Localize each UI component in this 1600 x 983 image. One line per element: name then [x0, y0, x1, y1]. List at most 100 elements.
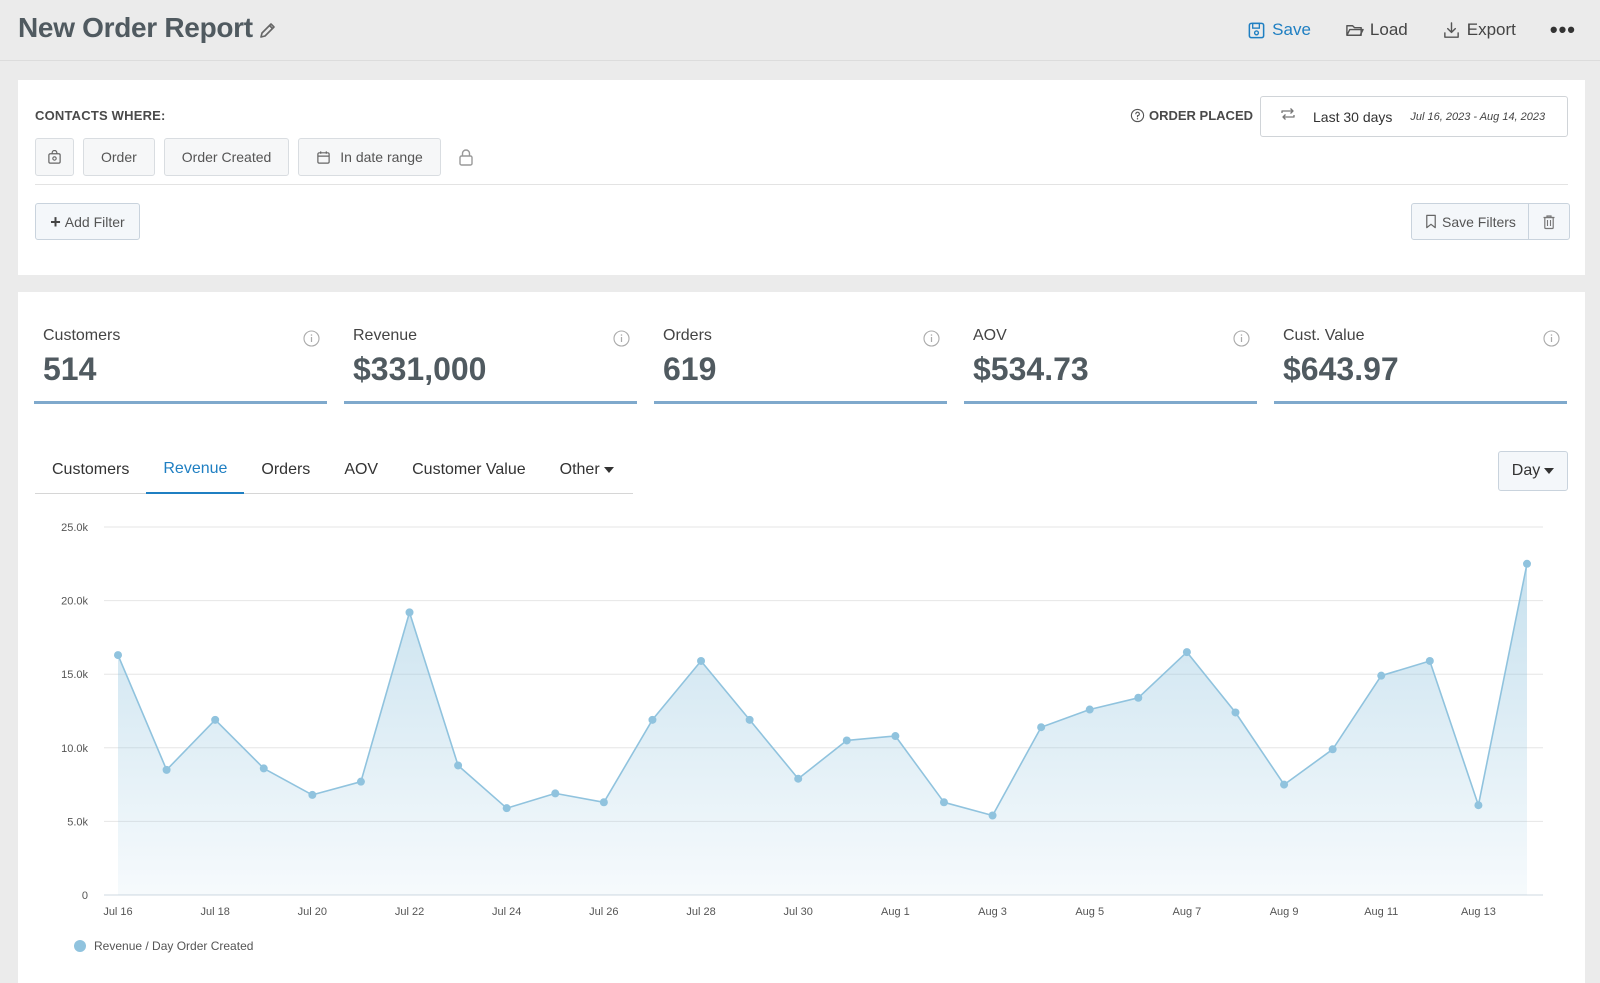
data-point — [211, 715, 220, 724]
export-download-icon — [1443, 21, 1459, 38]
kpi-orders[interactable]: Orders 619 — [654, 322, 947, 404]
kpi-customers[interactable]: Customers 514 — [34, 322, 327, 404]
bookmark-icon — [1426, 214, 1436, 229]
repeat-icon — [1279, 106, 1297, 127]
x-tick-label: Aug 13 — [1461, 906, 1496, 918]
more-options-button[interactable]: ••• — [1550, 14, 1576, 46]
load-button-label: Load — [1369, 20, 1408, 39]
kpi-revenue[interactable]: Revenue $331,000 — [344, 322, 637, 404]
info-icon[interactable] — [303, 330, 320, 347]
info-icon[interactable] — [1233, 330, 1250, 347]
filter-type-button[interactable] — [35, 138, 74, 176]
tab-aov[interactable]: AOV — [327, 445, 395, 494]
revenue-area-chart: 0 5.0k 10.0k 15.0k 20.0k 25.0k Jul 16 Jul 18 Jul… — [61, 522, 1543, 953]
x-tick-label: Aug 3 — [978, 906, 1007, 918]
tab-label: Orders — [261, 460, 311, 478]
delete-filters-button[interactable] — [1529, 204, 1569, 239]
x-tick-label: Aug 7 — [1173, 906, 1202, 918]
interval-dropdown[interactable]: Day — [1498, 451, 1568, 491]
filter-chip-row: Order Order Created In date range — [35, 138, 476, 176]
kpi-label: Orders — [663, 327, 712, 344]
x-tick-label: Jul 26 — [589, 906, 618, 918]
data-point — [1280, 780, 1289, 789]
data-point — [988, 811, 997, 820]
kpi-label: Cust. Value — [1283, 327, 1365, 344]
data-point — [599, 798, 608, 807]
data-point — [648, 715, 657, 724]
kpi-aov[interactable]: AOV $534.73 — [964, 322, 1257, 404]
data-point — [356, 777, 365, 786]
date-range-picker[interactable]: Last 30 days Jul 16, 2023 - Aug 14, 2023 — [1260, 96, 1568, 137]
report-panel: Customers 514 Revenue $331,000 Orders 61… — [18, 292, 1585, 983]
x-tick-label: Jul 28 — [686, 906, 715, 918]
data-point — [1523, 559, 1531, 568]
filter-chip-label: Order Created — [181, 149, 272, 165]
contacts-where-label: CONTACTS WHERE: — [35, 108, 166, 123]
data-point — [1037, 723, 1046, 732]
kpi-value: $534.73 — [973, 351, 1089, 387]
caret-down-icon — [603, 466, 614, 473]
x-tick-label: Jul 24 — [492, 906, 521, 918]
save-button[interactable]: Save — [1247, 14, 1311, 46]
filter-chip-label: In date range — [340, 149, 423, 165]
trash-icon — [1543, 214, 1555, 229]
data-point — [1377, 671, 1386, 680]
data-point — [1474, 801, 1483, 810]
x-tick-label: Jul 18 — [200, 906, 229, 918]
tab-label: Revenue — [163, 459, 228, 477]
x-tick-label: Jul 16 — [103, 906, 132, 918]
interval-label: Day — [1511, 462, 1541, 479]
kpi-label: AOV — [973, 327, 1007, 344]
tab-revenue[interactable]: Revenue — [146, 445, 245, 494]
export-button[interactable]: Export — [1442, 14, 1516, 46]
kpi-value: 514 — [43, 351, 97, 387]
filter-panel: CONTACTS WHERE: Order Order Created In d… — [18, 80, 1585, 275]
info-icon[interactable] — [1543, 330, 1560, 347]
save-filters-button[interactable]: Save Filters — [1412, 204, 1529, 239]
y-tick-label: 5.0k — [67, 816, 88, 828]
date-preset-label: Last 30 days — [1313, 108, 1393, 125]
filter-divider — [35, 184, 1568, 185]
x-tick-label: Aug 11 — [1364, 906, 1398, 918]
tab-other-dropdown[interactable]: Other — [543, 445, 631, 494]
x-tick-label: Jul 30 — [784, 906, 813, 918]
series-area — [118, 563, 1527, 895]
data-point — [842, 736, 851, 745]
x-tick-label: Aug 1 — [881, 906, 910, 918]
plus-icon: + — [50, 211, 61, 232]
x-tick-label: Jul 20 — [298, 906, 327, 918]
order-placed-text: ORDER PLACED — [1149, 108, 1254, 123]
data-point — [939, 798, 948, 807]
info-icon[interactable] — [923, 330, 940, 347]
kpi-value: $331,000 — [353, 351, 487, 387]
legend-swatch — [74, 940, 86, 952]
filter-chip-order[interactable]: Order — [83, 138, 155, 176]
save-filters-label: Save Filters — [1442, 213, 1516, 230]
info-icon[interactable] — [613, 330, 630, 347]
x-tick-label: Jul 22 — [395, 906, 424, 918]
floppy-disk-icon — [1248, 22, 1265, 38]
tab-customers[interactable]: Customers — [35, 445, 146, 494]
save-button-label: Save — [1272, 20, 1311, 39]
add-filter-button[interactable]: + Add Filter — [35, 203, 140, 240]
filter-chip-date-range[interactable]: In date range — [298, 138, 441, 176]
lock-icon[interactable] — [456, 147, 476, 167]
data-point — [259, 764, 268, 773]
data-point — [1134, 693, 1143, 702]
kpi-customer-value[interactable]: Cust. Value $643.97 — [1274, 322, 1567, 404]
data-point — [1231, 708, 1240, 717]
save-filters-group: Save Filters — [1411, 203, 1570, 240]
data-point — [794, 774, 803, 783]
tab-customer-value[interactable]: Customer Value — [395, 445, 543, 494]
shopping-bag-icon — [48, 149, 61, 164]
edit-pencil-icon[interactable] — [258, 20, 278, 40]
y-tick-label: 0 — [82, 890, 88, 902]
tab-label: Other — [559, 460, 600, 478]
load-button[interactable]: Load — [1345, 14, 1408, 46]
x-tick-label: Aug 9 — [1270, 906, 1299, 918]
y-tick-label: 20.0k — [61, 596, 88, 608]
help-circle-icon[interactable] — [1130, 108, 1145, 123]
tab-orders[interactable]: Orders — [244, 445, 327, 494]
filter-chip-order-created[interactable]: Order Created — [163, 138, 290, 176]
top-actions: Save Load Export ••• — [1247, 14, 1576, 46]
